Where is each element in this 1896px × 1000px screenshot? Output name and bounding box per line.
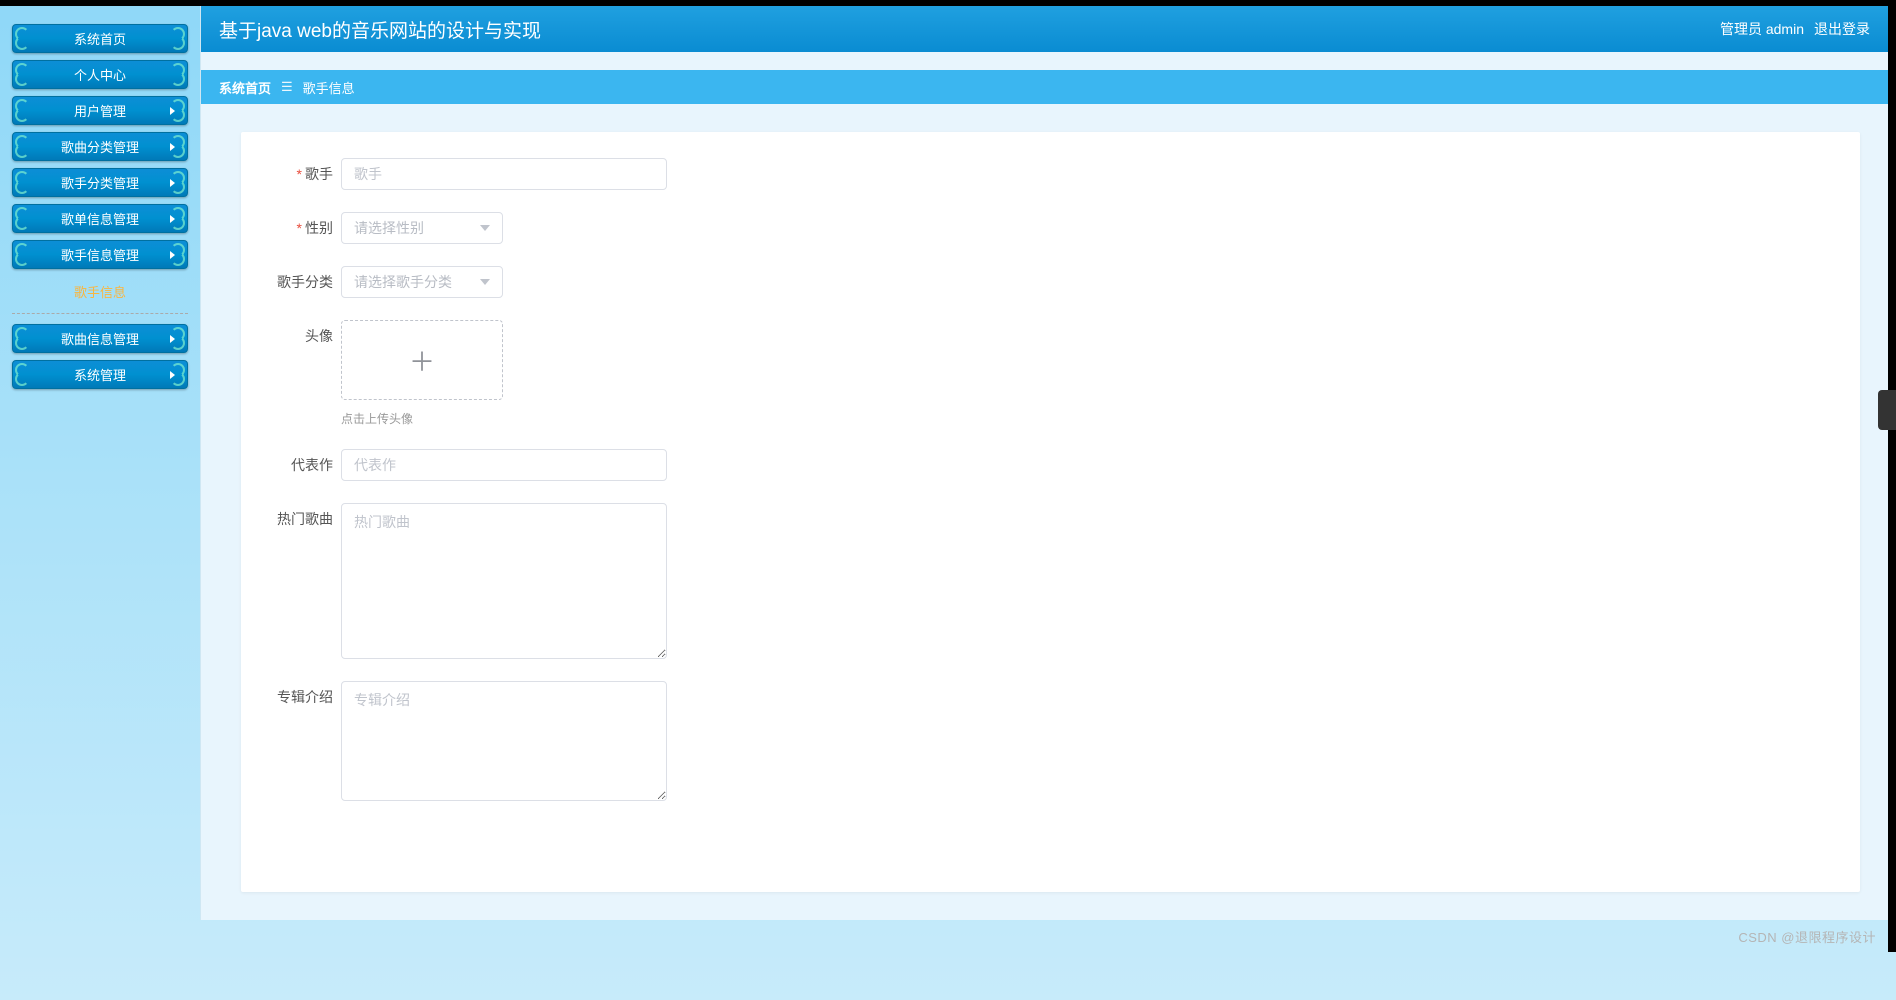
sidebar-item-label: 歌手信息管理	[61, 245, 139, 264]
sidebar-sub-singer-info[interactable]: 歌手信息	[12, 276, 188, 309]
category-select[interactable]: 请选择歌手分类	[341, 266, 503, 298]
singer-form: *歌手 *性别 请选择性别 歌手分类 请选择歌手分类	[241, 132, 1860, 892]
sidebar-item-label: 歌曲信息管理	[61, 329, 139, 348]
sidebar-item-0[interactable]: 系统首页	[12, 24, 188, 53]
header-spacer	[201, 52, 1888, 70]
album-intro-label: 专辑介绍	[267, 681, 341, 713]
sidebar-item-2[interactable]: 用户管理	[12, 96, 188, 125]
album-intro-textarea[interactable]	[341, 681, 667, 801]
breadcrumb-root[interactable]: 系统首页	[219, 78, 271, 97]
sidebar-item-b0[interactable]: 歌曲信息管理	[12, 324, 188, 353]
sidebar-item-b1[interactable]: 系统管理	[12, 360, 188, 389]
sidebar-item-label: 用户管理	[74, 101, 126, 120]
singer-input[interactable]	[341, 158, 667, 190]
sidebar-item-label: 系统管理	[74, 365, 126, 384]
chevron-down-icon	[480, 279, 490, 285]
representative-label: 代表作	[267, 449, 341, 481]
sidebar-item-5[interactable]: 歌单信息管理	[12, 204, 188, 233]
sidebar-divider	[12, 313, 188, 314]
representative-input[interactable]	[341, 449, 667, 481]
chevron-down-icon	[480, 225, 490, 231]
plus-icon: ＋	[409, 342, 435, 379]
sidebar-item-label: 歌手分类管理	[61, 173, 139, 192]
chevron-right-icon	[170, 251, 175, 259]
category-label: 歌手分类	[267, 266, 341, 298]
chevron-right-icon	[170, 143, 175, 151]
sidebar-item-6[interactable]: 歌手信息管理	[12, 240, 188, 269]
chevron-right-icon	[170, 179, 175, 187]
sidebar-item-1[interactable]: 个人中心	[12, 60, 188, 89]
chevron-right-icon	[170, 215, 175, 223]
sidebar-item-label: 个人中心	[74, 65, 126, 84]
gender-label: *性别	[267, 212, 341, 244]
chevron-right-icon	[170, 335, 175, 343]
chevron-right-icon	[170, 107, 175, 115]
avatar-upload-hint: 点击上传头像	[341, 410, 503, 427]
hot-songs-label: 热门歌曲	[267, 503, 341, 535]
logout-link[interactable]: 退出登录	[1814, 19, 1870, 39]
hot-songs-textarea[interactable]	[341, 503, 667, 659]
sidebar-item-3[interactable]: 歌曲分类管理	[12, 132, 188, 161]
gender-placeholder: 请选择性别	[354, 218, 424, 238]
sidebar-item-label: 歌单信息管理	[61, 209, 139, 228]
sidebar-item-4[interactable]: 歌手分类管理	[12, 168, 188, 197]
app-title: 基于java web的音乐网站的设计与实现	[219, 16, 541, 43]
sidebar-item-label: 系统首页	[74, 29, 126, 48]
sidebar-item-label: 歌曲分类管理	[61, 137, 139, 156]
main-panel: 基于java web的音乐网站的设计与实现 管理员 admin 退出登录 系统首…	[200, 6, 1888, 920]
app-header: 基于java web的音乐网站的设计与实现 管理员 admin 退出登录	[201, 6, 1888, 52]
right-window-edge	[1888, 0, 1896, 952]
breadcrumb-sep-icon: ☰	[281, 79, 293, 95]
watermark-text: CSDN @退限程序设计	[1738, 927, 1876, 946]
sidebar: 系统首页个人中心用户管理歌曲分类管理歌手分类管理歌单信息管理歌手信息管理 歌手信…	[0, 6, 200, 920]
singer-label: *歌手	[267, 158, 341, 190]
gender-select[interactable]: 请选择性别	[341, 212, 503, 244]
breadcrumb: 系统首页 ☰ 歌手信息	[201, 70, 1888, 104]
avatar-upload-button[interactable]: ＋	[341, 320, 503, 400]
breadcrumb-current: 歌手信息	[303, 78, 355, 97]
avatar-label: 头像	[267, 320, 341, 352]
category-placeholder: 请选择歌手分类	[354, 272, 452, 292]
side-collapse-button[interactable]	[1878, 390, 1896, 430]
chevron-right-icon	[170, 371, 175, 379]
admin-label[interactable]: 管理员 admin	[1720, 19, 1804, 39]
